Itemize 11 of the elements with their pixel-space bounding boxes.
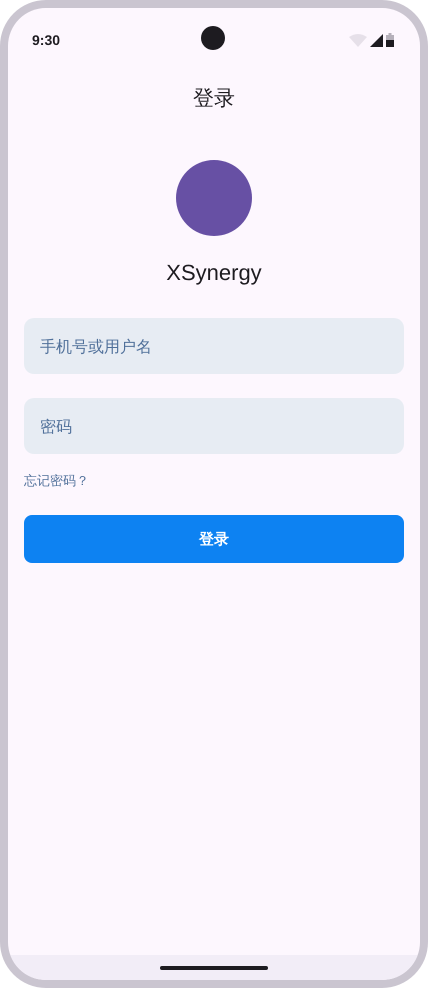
app-name: XSynergy: [166, 260, 262, 286]
login-button[interactable]: 登录: [24, 515, 404, 563]
page-title: 登录: [193, 85, 235, 112]
battery-icon: [386, 33, 394, 47]
home-handle[interactable]: [160, 966, 268, 970]
input-field[interactable]: 密码: [24, 398, 404, 454]
status-time: 9:30: [32, 32, 60, 48]
signal-icon: [370, 34, 383, 46]
forgot-password-link[interactable]: 忘记密码？: [24, 472, 89, 490]
camera-icon: [201, 26, 225, 50]
input-field[interactable]: 手机号或用户名: [24, 318, 404, 374]
